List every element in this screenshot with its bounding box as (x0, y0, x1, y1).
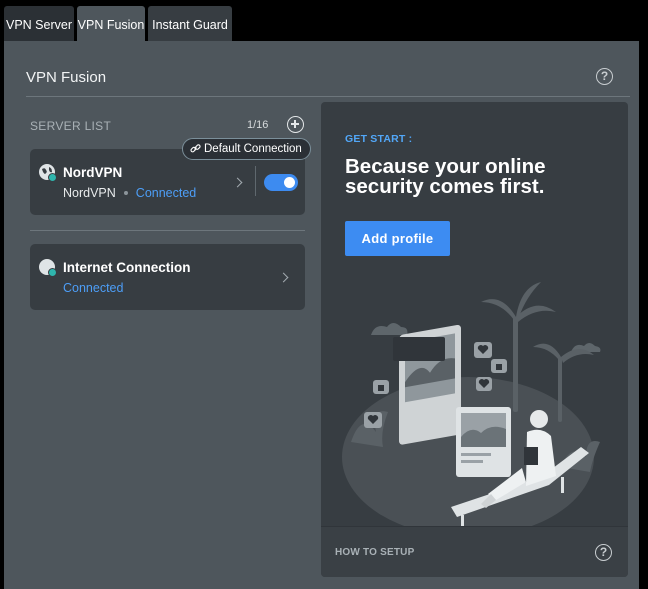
server-list-label: SERVER LIST (30, 119, 112, 133)
tab-instant-guard[interactable]: Instant Guard (148, 6, 232, 41)
server-provider: NordVPN (63, 186, 116, 200)
add-server-icon[interactable] (287, 116, 304, 133)
get-start-label: GET START : (345, 133, 413, 145)
connection-status: Connected (135, 186, 197, 200)
how-to-setup-bar: HOW TO SETUP ? (321, 526, 628, 577)
server-card-internet[interactable]: Internet Connection Connected (30, 244, 305, 310)
chevron-right-icon[interactable] (278, 272, 289, 283)
vpn-fusion-panel: VPN Fusion ? SERVER LIST 1/16 NordVPN No… (4, 41, 639, 589)
help-icon[interactable]: ? (595, 544, 612, 561)
vpn-illustration (342, 282, 601, 527)
add-profile-button[interactable]: Add profile (345, 221, 450, 256)
promo-headline: Because your online security comes first… (345, 155, 546, 198)
help-icon[interactable]: ? (596, 68, 613, 85)
chevron-right-icon[interactable] (232, 177, 243, 188)
server-subtitle: NordVPN Connected (63, 186, 196, 200)
vpn-badge-icon (48, 173, 57, 182)
globe-check-icon (39, 259, 57, 277)
default-connection-badge: Default Connection (182, 138, 311, 160)
divider (30, 230, 305, 231)
divider (255, 166, 256, 196)
link-icon (190, 141, 201, 161)
check-badge-icon (48, 268, 57, 277)
toggle-knob (284, 177, 295, 188)
get-started-panel: GET START : Because your online security… (321, 102, 628, 577)
divider (26, 96, 630, 97)
vpn-enable-toggle[interactable] (264, 174, 298, 191)
server-name: NordVPN (63, 165, 123, 180)
default-connection-label: Default Connection (204, 143, 302, 155)
server-count: 1/16 (247, 119, 269, 131)
globe-vpn-icon (39, 164, 57, 182)
page-title: VPN Fusion (26, 69, 107, 86)
connection-status: Connected (63, 281, 124, 295)
tab-vpn-server[interactable]: VPN Server (4, 6, 74, 41)
how-to-setup-link[interactable]: HOW TO SETUP (335, 547, 414, 558)
tab-vpn-fusion[interactable]: VPN Fusion (77, 6, 145, 42)
server-name: Internet Connection (63, 260, 191, 275)
separator-dot (123, 190, 128, 195)
